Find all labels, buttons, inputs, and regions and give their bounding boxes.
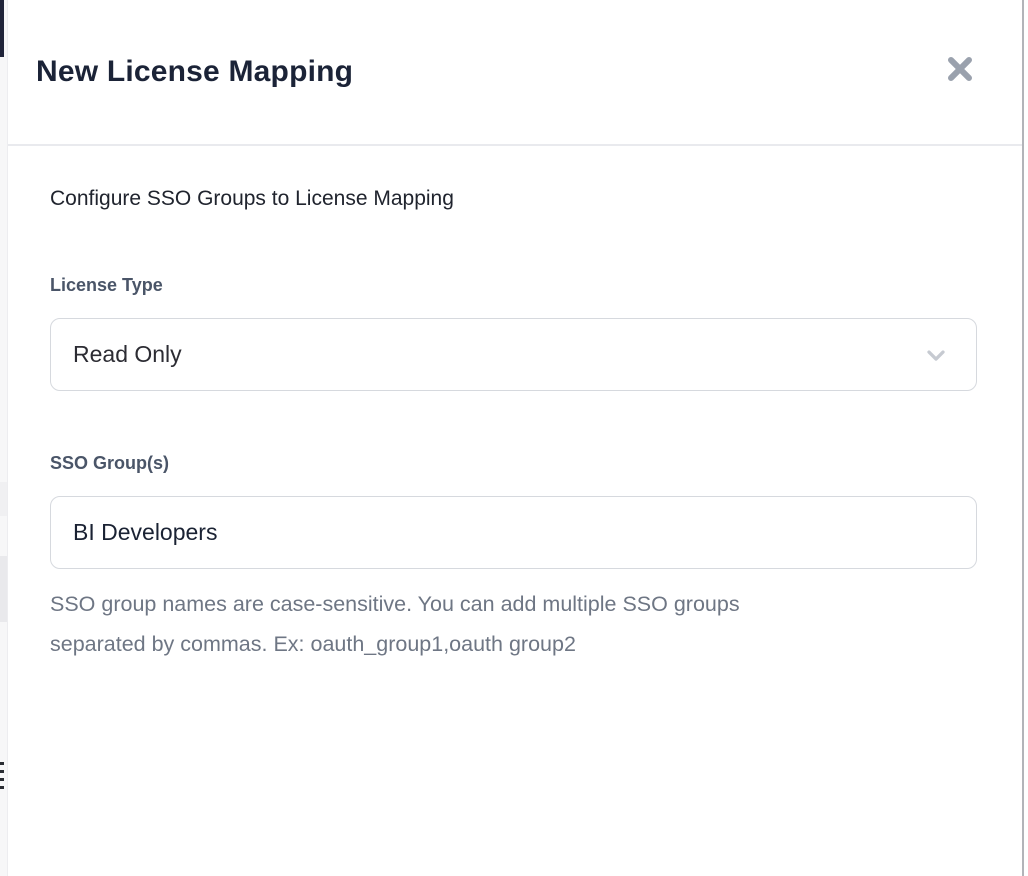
modal-body: Configure SSO Groups to License Mapping … — [8, 146, 1022, 664]
help-text-line: separated by commas. Ex: oauth_group1,oa… — [50, 624, 980, 664]
help-text-line: SSO group names are case-sensitive. You … — [50, 584, 980, 624]
menu-lines-icon — [0, 778, 4, 781]
form-heading: Configure SSO Groups to License Mapping — [50, 187, 980, 211]
background-content-fragment — [0, 556, 7, 622]
close-button[interactable] — [938, 47, 982, 91]
background-dark-header-fragment — [0, 0, 4, 57]
background-page-edge — [0, 0, 8, 876]
screen: New License Mapping Configure SSO Groups… — [0, 0, 1028, 876]
background-content-fragment — [0, 482, 7, 516]
menu-lines-icon — [0, 770, 4, 773]
close-icon — [944, 53, 976, 85]
new-license-mapping-modal: New License Mapping Configure SSO Groups… — [8, 0, 1024, 876]
modal-title: New License Mapping — [36, 55, 353, 89]
license-type-selected-value: Read Only — [73, 341, 182, 368]
sso-groups-label: SSO Group(s) — [50, 453, 980, 474]
license-type-label: License Type — [50, 275, 980, 296]
menu-lines-icon — [0, 762, 4, 765]
chevron-down-icon — [922, 341, 950, 369]
sso-groups-help-text: SSO group names are case-sensitive. You … — [50, 584, 980, 664]
sso-groups-input[interactable] — [50, 496, 977, 569]
modal-header: New License Mapping — [8, 0, 1022, 146]
menu-lines-icon — [0, 786, 4, 789]
license-type-select[interactable]: Read Only — [50, 318, 977, 391]
